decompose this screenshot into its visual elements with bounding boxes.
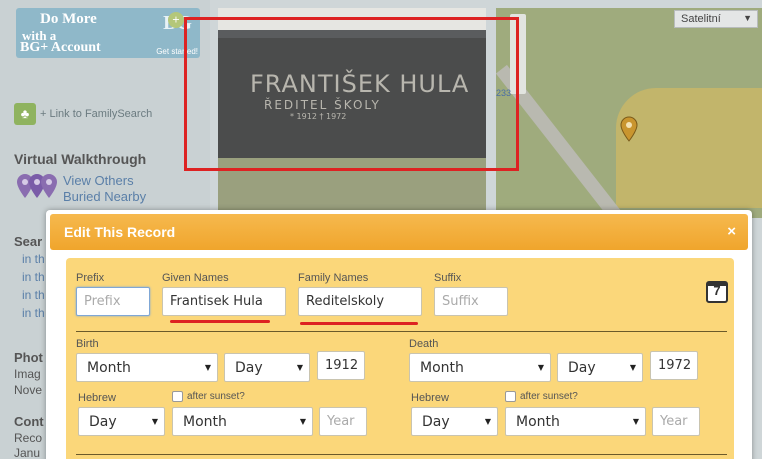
birth-day-select[interactable]: Day ▼: [224, 353, 310, 382]
promo-line-1: Do More: [40, 11, 97, 27]
familysearch-link[interactable]: ♣ + Link to FamilySearch: [14, 103, 152, 125]
death-month-select[interactable]: Month ▼: [409, 353, 551, 382]
dialog-header: Edit This Record ×: [50, 214, 748, 250]
suffix-input[interactable]: Suffix: [434, 287, 508, 316]
caret-down-icon: ▼: [299, 417, 306, 426]
map-type-label: Satelitní: [681, 13, 721, 25]
birth-hebrew-day-select[interactable]: Day ▼: [78, 407, 165, 436]
given-names-label: Given Names: [162, 272, 229, 284]
given-names-input[interactable]: Frantisek Hula: [162, 287, 286, 316]
view-others-buried-nearby-link[interactable]: View Others Buried Nearby: [63, 173, 173, 205]
photo-info-fragment: Imag: [14, 367, 41, 381]
family-name-underline-annotation: [300, 322, 418, 325]
family-tree-icon: ♣: [14, 103, 36, 125]
caret-down-icon: ▼: [632, 417, 639, 426]
birth-day-value: Day: [235, 360, 263, 376]
contributor-heading-fragment: Cont: [14, 414, 44, 429]
search-link-fragment[interactable]: in th: [22, 252, 45, 266]
satellite-map[interactable]: [496, 8, 762, 218]
dialog-title: Edit This Record: [64, 224, 176, 240]
virtual-walkthrough-title: Virtual Walkthrough: [14, 151, 147, 167]
caret-down-icon: ▼: [151, 417, 158, 426]
search-link-fragment[interactable]: in th: [22, 270, 45, 284]
death-day-select[interactable]: Day ▼: [557, 353, 643, 382]
contributor-info-fragment: Janu: [14, 446, 41, 459]
plus-icon: +: [168, 12, 184, 28]
caret-down-icon: ▼: [204, 363, 211, 372]
photo-info-fragment: Nove: [14, 383, 43, 397]
given-name-underline-annotation: [170, 320, 270, 323]
search-link-fragment[interactable]: in th: [22, 288, 45, 302]
death-after-sunset-checkbox[interactable]: after sunset?: [505, 391, 578, 402]
birth-label: Birth: [76, 338, 99, 350]
death-day-value: Day: [568, 360, 596, 376]
contributor-info-fragment: Reco: [14, 431, 43, 445]
map-pins-icon: [17, 174, 57, 198]
birth-month-select[interactable]: Month ▼: [76, 353, 218, 382]
edit-record-dialog: Edit This Record × Prefix Given Names Fa…: [46, 210, 752, 459]
promo-line-3: BG+ Account: [20, 40, 101, 55]
family-names-input[interactable]: Reditelskoly: [298, 287, 422, 316]
birth-year-input[interactable]: 1912: [317, 351, 365, 380]
death-hebrew-day-value: Day: [422, 414, 450, 430]
birth-hebrew-year-input[interactable]: Year: [319, 407, 367, 436]
death-hebrew-month-value: Month: [516, 414, 560, 430]
birth-month-value: Month: [87, 360, 131, 376]
birth-hebrew-month-value: Month: [183, 414, 227, 430]
divider: [76, 454, 727, 455]
divider: [76, 331, 727, 332]
family-names-label: Family Names: [298, 272, 369, 284]
familysearch-link-label: + Link to FamilySearch: [40, 108, 153, 120]
close-icon[interactable]: ×: [727, 223, 736, 240]
dialog-form: Prefix Given Names Family Names Suffix P…: [66, 258, 734, 459]
map-type-dropdown[interactable]: Satelitní ▼: [674, 10, 758, 28]
birth-hebrew-day-value: Day: [89, 414, 117, 430]
map-pin-icon[interactable]: [620, 116, 638, 142]
birth-hebrew-label: Hebrew: [78, 392, 116, 404]
birth-hebrew-month-select[interactable]: Month ▼: [172, 407, 313, 436]
birth-after-sunset-label: after sunset?: [187, 391, 245, 402]
death-hebrew-year-input[interactable]: Year: [652, 407, 700, 436]
caret-down-icon: ▼: [484, 417, 491, 426]
search-link-fragment[interactable]: in th: [22, 306, 45, 320]
death-hebrew-day-select[interactable]: Day ▼: [411, 407, 498, 436]
suffix-label: Suffix: [434, 272, 462, 284]
highlight-annotation-box: [184, 17, 519, 171]
caret-down-icon: ▼: [629, 363, 636, 372]
death-label: Death: [409, 338, 439, 350]
caret-down-icon: ▼: [296, 363, 303, 372]
search-heading-fragment: Sear: [14, 234, 43, 249]
calendar-icon[interactable]: 7: [706, 281, 728, 303]
birth-after-sunset-checkbox[interactable]: after sunset?: [172, 391, 245, 402]
death-hebrew-month-select[interactable]: Month ▼: [505, 407, 646, 436]
photo-heading-fragment: Phot: [14, 350, 43, 365]
bg-plus-promo-banner[interactable]: Do More with a BG+ Account BG + Get star…: [16, 8, 200, 58]
death-month-value: Month: [420, 360, 464, 376]
prefix-input[interactable]: Prefix: [76, 287, 150, 316]
death-after-sunset-label: after sunset?: [520, 391, 578, 402]
chevron-down-icon: ▼: [743, 13, 752, 23]
caret-down-icon: ▼: [537, 363, 544, 372]
death-hebrew-label: Hebrew: [411, 392, 449, 404]
prefix-label: Prefix: [76, 272, 105, 284]
death-year-input[interactable]: 1972: [650, 351, 698, 380]
